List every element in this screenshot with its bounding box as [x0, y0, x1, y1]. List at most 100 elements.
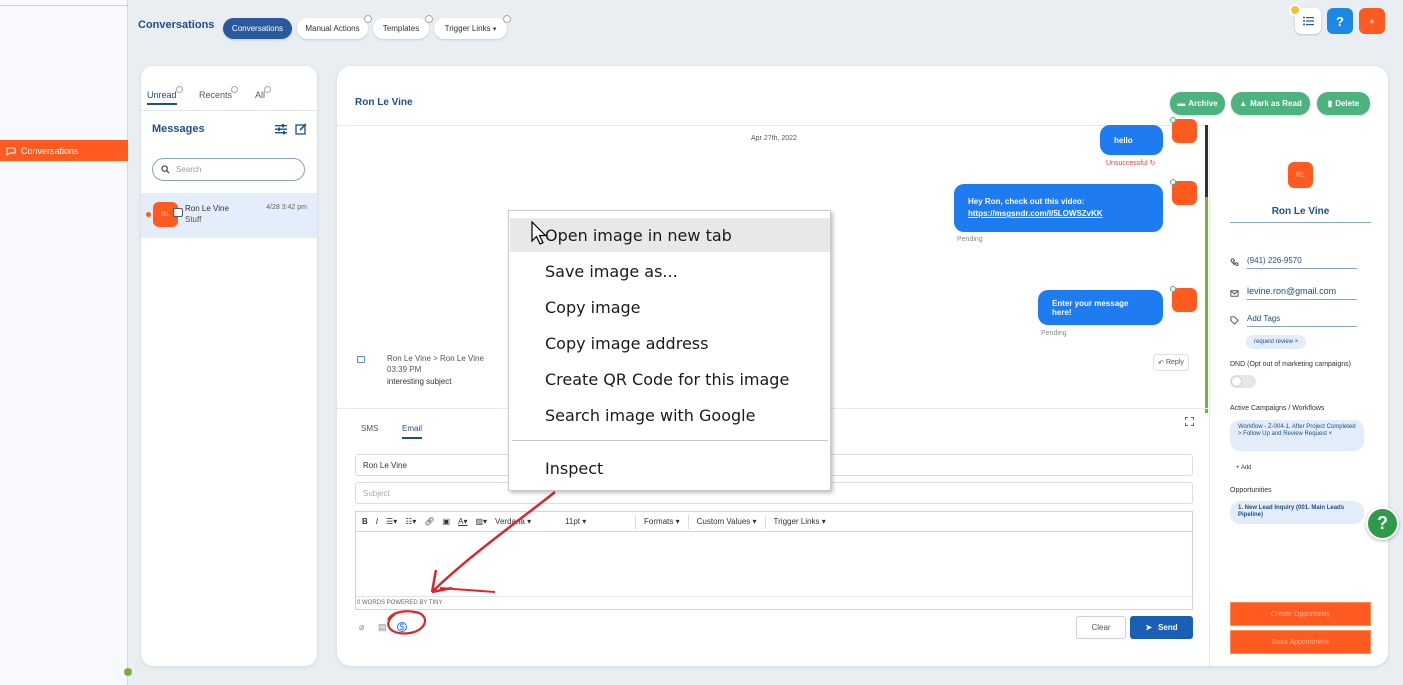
message-status: Pending [957, 236, 983, 243]
opportunity-chip[interactable]: 1. New Lead Inquiry (001. Main Leads Pip… [1230, 501, 1364, 524]
close-icon[interactable]: × [1295, 339, 1299, 345]
workflow-chip[interactable]: Workflow - Z-004-1. After Project Comple… [1230, 420, 1364, 451]
search-input[interactable]: Search [152, 158, 305, 181]
link-icon[interactable]: 🔗︎ [424, 517, 434, 526]
menu-item-copy-image[interactable]: Copy image [510, 290, 830, 324]
mark-read-button[interactable]: ▲ Mark as Read [1231, 92, 1310, 115]
delete-button[interactable]: ▮ Delete [1317, 92, 1370, 115]
number-list-icon[interactable]: ☷▾ [405, 517, 416, 526]
tab-recents[interactable]: Recents [199, 86, 239, 100]
create-opportunity-button[interactable]: Create Opportunity [1230, 602, 1371, 626]
message-bubble: Enter your message here! [1038, 290, 1163, 325]
formats-select[interactable]: Formats ▾ [644, 517, 680, 526]
conversation-title: Ron Le Vine [355, 97, 413, 108]
close-icon[interactable]: × [1329, 431, 1333, 437]
message-link[interactable]: https://msgsndr.com/l/5LOWSZvKK [968, 208, 1149, 220]
phone-row[interactable]: (941) 226-9570 [1230, 256, 1357, 269]
italic-icon[interactable]: I [376, 517, 378, 526]
folder-icon: ▬ [1177, 99, 1186, 108]
add-workflow-button[interactable]: + Add [1236, 465, 1252, 471]
compose-attachments: ⌀ ▤ $ [359, 622, 407, 632]
tab-email[interactable]: Email [402, 424, 423, 439]
menu-item-open-image[interactable]: Open image in new tab [510, 218, 830, 252]
email-value: levine.ron@gmail.com [1247, 286, 1357, 300]
info-icon [364, 15, 372, 23]
editor-toolbar: B I ☰▾ ☷▾ 🔗︎ ▣ A▾ ▨▾ Verdana ▾ 11pt ▾ Fo… [355, 511, 1193, 532]
divider [687, 514, 689, 529]
clear-button[interactable]: Clear [1076, 616, 1126, 639]
menu-item-save-image[interactable]: Save image as... [510, 254, 830, 288]
avatar: RL [1288, 162, 1313, 188]
bullet-list-icon[interactable]: ☰▾ [386, 517, 397, 526]
text-color-icon[interactable]: A▾ [458, 517, 467, 526]
message-status: Unsuccessful ↻ [1106, 159, 1155, 167]
button-label: Delete [1335, 99, 1360, 108]
sidebar-item-conversations[interactable]: Conversations [0, 140, 128, 161]
filter-icon[interactable] [275, 123, 287, 135]
help-button[interactable]: ? [1327, 8, 1353, 34]
list-item[interactable]: RL Ron Le Vine Stuff 4/28 3:42 pm [141, 193, 317, 238]
tag-label: request review [1254, 339, 1294, 345]
message-bubble: Hey Ron, check out this video: https://m… [954, 184, 1163, 232]
divider [141, 110, 317, 111]
tab-sms[interactable]: SMS [361, 424, 378, 433]
select-value: Custom Values [696, 517, 751, 526]
tab-all[interactable]: All [255, 86, 272, 100]
menu-item-create-qr[interactable]: Create QR Code for this image [510, 362, 830, 396]
expand-icon[interactable] [1185, 417, 1194, 426]
button-label: Mark as Read [1250, 99, 1302, 108]
retry-icon[interactable]: ↻ [1150, 160, 1156, 167]
template-icon[interactable]: ▤ [378, 622, 388, 632]
tab-conversations[interactable]: Conversations [223, 18, 292, 39]
tab-label: Unread [147, 90, 177, 100]
button-label: Archive [1188, 99, 1218, 108]
tab-unread[interactable]: Unread [147, 86, 183, 105]
scrollbar-thumb[interactable] [1205, 125, 1208, 197]
tab-templates[interactable]: Templates [373, 15, 433, 39]
help-chat-button[interactable]: ? [1366, 507, 1399, 540]
user-icon: ● [1369, 16, 1375, 26]
size-select[interactable]: 11pt ▾ [565, 517, 627, 526]
message-text: hello [1114, 135, 1133, 145]
tab-trigger-links[interactable]: Trigger Links ▾ [434, 15, 511, 39]
email-icon [173, 208, 183, 217]
menu-item-inspect[interactable]: Inspect [510, 451, 830, 485]
tab-label: Trigger Links [444, 24, 491, 33]
menu-item-search-google[interactable]: Search image with Google [510, 398, 830, 432]
highlight-icon[interactable]: ▨▾ [475, 517, 487, 526]
image-icon[interactable]: ▣ [443, 517, 451, 526]
tags-row[interactable]: Add Tags [1230, 314, 1357, 327]
avatar [1170, 117, 1197, 143]
tag-chip[interactable]: request review × [1246, 335, 1307, 349]
dollar-icon[interactable]: $ [397, 622, 407, 632]
select-value: Trigger Links [773, 517, 820, 526]
archive-button[interactable]: ▬ Archive [1170, 92, 1225, 115]
tab-label: All [255, 90, 266, 100]
email-row[interactable]: levine.ron@gmail.com [1230, 286, 1357, 300]
font-select[interactable]: Verdana ▾ [495, 517, 557, 526]
trigger-links-select[interactable]: Trigger Links ▾ [774, 517, 826, 526]
menu-item-copy-image-address[interactable]: Copy image address [510, 326, 830, 360]
email-editor[interactable]: 0 WORDS POWERED BY TINY [355, 532, 1193, 610]
search-placeholder: Search [176, 165, 202, 174]
field-placeholder: Subject [363, 488, 390, 498]
user-avatar-button[interactable]: ● [1359, 8, 1385, 34]
reply-button[interactable]: ↶ Reply [1153, 354, 1189, 371]
info-icon [231, 86, 239, 93]
button-label: Add [1240, 465, 1252, 471]
custom-values-select[interactable]: Custom Values ▾ [697, 517, 757, 526]
message-text: Enter your message here! [1052, 298, 1129, 317]
conversation-name: Ron Le Vine [185, 204, 229, 213]
campaigns-label: Active Campaigns / Workflows [1230, 405, 1325, 412]
status-dot [124, 668, 132, 676]
dnd-toggle[interactable] [1230, 375, 1256, 388]
send-button[interactable]: ➤ Send [1130, 616, 1193, 639]
book-appointment-button[interactable]: Book Appointment [1230, 630, 1371, 654]
tab-manual-actions[interactable]: Manual Actions [297, 15, 372, 39]
info-icon [503, 15, 511, 23]
conversation-subject: Stuff [185, 215, 202, 224]
paperclip-icon[interactable]: ⌀ [359, 622, 369, 632]
bold-icon[interactable]: B [362, 517, 368, 526]
select-value: 11pt [565, 517, 581, 526]
compose-icon[interactable] [295, 123, 307, 135]
